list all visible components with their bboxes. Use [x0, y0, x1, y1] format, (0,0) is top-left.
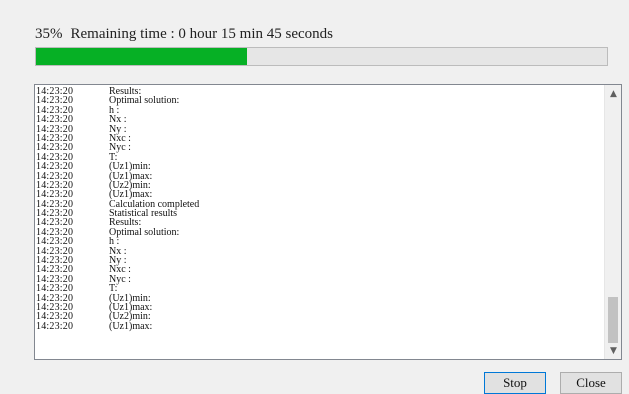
log-message: Optimal solution:	[109, 226, 180, 238]
log-message: (Uz1)max:	[109, 320, 153, 332]
chevron-down-icon[interactable]: ▼	[605, 342, 621, 359]
log-listbox[interactable]: 14:23:20 Results: 14:23:20 Optimal solution…	[34, 84, 622, 360]
log-timestamp: 14:23:20	[36, 320, 74, 332]
log-row: 14:23:20 (Uz1)max:	[35, 320, 199, 332]
progress-bar	[35, 47, 608, 66]
vertical-scrollbar[interactable]: ▲ ▼	[604, 85, 621, 359]
progress-bar-fill	[36, 48, 248, 65]
progress-percent: 35%	[35, 26, 63, 42]
chevron-up-icon[interactable]: ▲	[605, 85, 621, 102]
scrollbar-thumb[interactable]	[608, 297, 618, 343]
progress-status-text: 35% Remaining time : 0 hour 15 min 45 sec…	[35, 26, 333, 43]
remaining-time-label: Remaining time : 0 hour 15 min 45 second…	[70, 26, 333, 42]
log-rows: 14:23:20 Results: 14:23:20 Optimal solution…	[35, 86, 199, 332]
log-message: Optimal solution:	[109, 95, 180, 107]
